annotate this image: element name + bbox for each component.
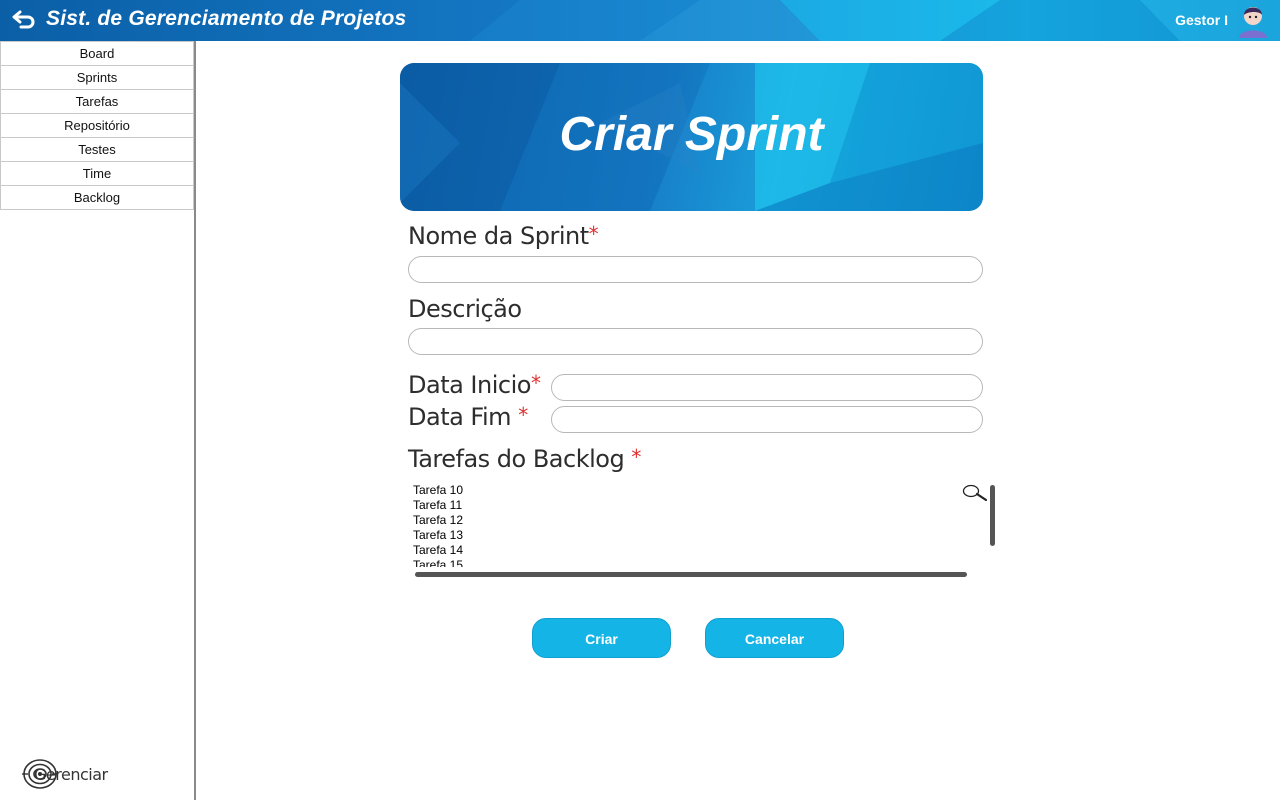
start-date-input[interactable] xyxy=(551,374,983,401)
start-date-label-text: Data Inicio xyxy=(408,371,531,399)
sidebar-item-board[interactable]: Board xyxy=(0,41,194,66)
sprint-name-input[interactable] xyxy=(408,256,983,283)
sidebar-item-sprints[interactable]: Sprints xyxy=(0,66,194,90)
horizontal-scrollbar[interactable] xyxy=(415,572,967,577)
list-item[interactable]: Tarefa 13 xyxy=(408,528,988,543)
backlog-tasks-label: Tarefas do Backlog * xyxy=(408,445,641,473)
backlog-task-list[interactable]: Tarefa 10 Tarefa 11 Tarefa 12 Tarefa 13 … xyxy=(408,483,988,567)
end-date-input[interactable] xyxy=(551,406,983,433)
sidebar-item-time[interactable]: Time xyxy=(0,162,194,186)
list-item[interactable]: Tarefa 12 xyxy=(408,513,988,528)
backlog-tasks-label-text: Tarefas do Backlog xyxy=(408,445,625,473)
sidebar-item-repositorio[interactable]: Repositório xyxy=(0,114,194,138)
sidebar-item-tarefas[interactable]: Tarefas xyxy=(0,90,194,114)
end-date-label: Data Fim * xyxy=(408,403,528,431)
sprint-name-label: Nome da Sprint* xyxy=(408,222,599,250)
sidebar: Board Sprints Tarefas Repositório Testes… xyxy=(0,41,196,800)
sidebar-item-backlog[interactable]: Backlog xyxy=(0,186,194,210)
list-item[interactable]: Tarefa 15 xyxy=(408,558,988,567)
manage-link[interactable]: Gerenciar xyxy=(22,758,108,790)
list-item[interactable]: Tarefa 11 xyxy=(408,498,988,513)
app-title: Sist. de Gerenciamento de Projetos xyxy=(46,7,407,30)
required-mark: * xyxy=(588,222,599,246)
search-icon[interactable] xyxy=(962,484,988,502)
sidebar-item-testes[interactable]: Testes xyxy=(0,138,194,162)
cancel-button[interactable]: Cancelar xyxy=(705,618,844,658)
list-item[interactable]: Tarefa 10 xyxy=(408,483,988,498)
page-banner: Criar Sprint xyxy=(400,63,983,211)
vertical-scrollbar[interactable] xyxy=(990,485,995,546)
required-mark: * xyxy=(530,371,541,395)
description-input[interactable] xyxy=(408,328,983,355)
sprint-name-label-text: Nome da Sprint xyxy=(408,222,589,250)
page-title: Criar Sprint xyxy=(559,108,824,161)
description-label: Descrição xyxy=(408,295,522,323)
user-avatar-icon[interactable] xyxy=(1236,2,1270,38)
back-arrow-icon[interactable] xyxy=(11,9,37,29)
required-mark: * xyxy=(518,403,528,427)
user-name[interactable]: Gestor I xyxy=(1175,12,1228,28)
start-date-label: Data Inicio* xyxy=(408,371,541,399)
list-item[interactable]: Tarefa 14 xyxy=(408,543,988,558)
manage-label: Gerenciar xyxy=(34,764,108,784)
required-mark: * xyxy=(631,445,641,469)
create-button[interactable]: Criar xyxy=(532,618,671,658)
end-date-label-text: Data Fim xyxy=(408,403,512,431)
top-bar: Sist. de Gerenciamento de Projetos Gesto… xyxy=(0,0,1280,41)
